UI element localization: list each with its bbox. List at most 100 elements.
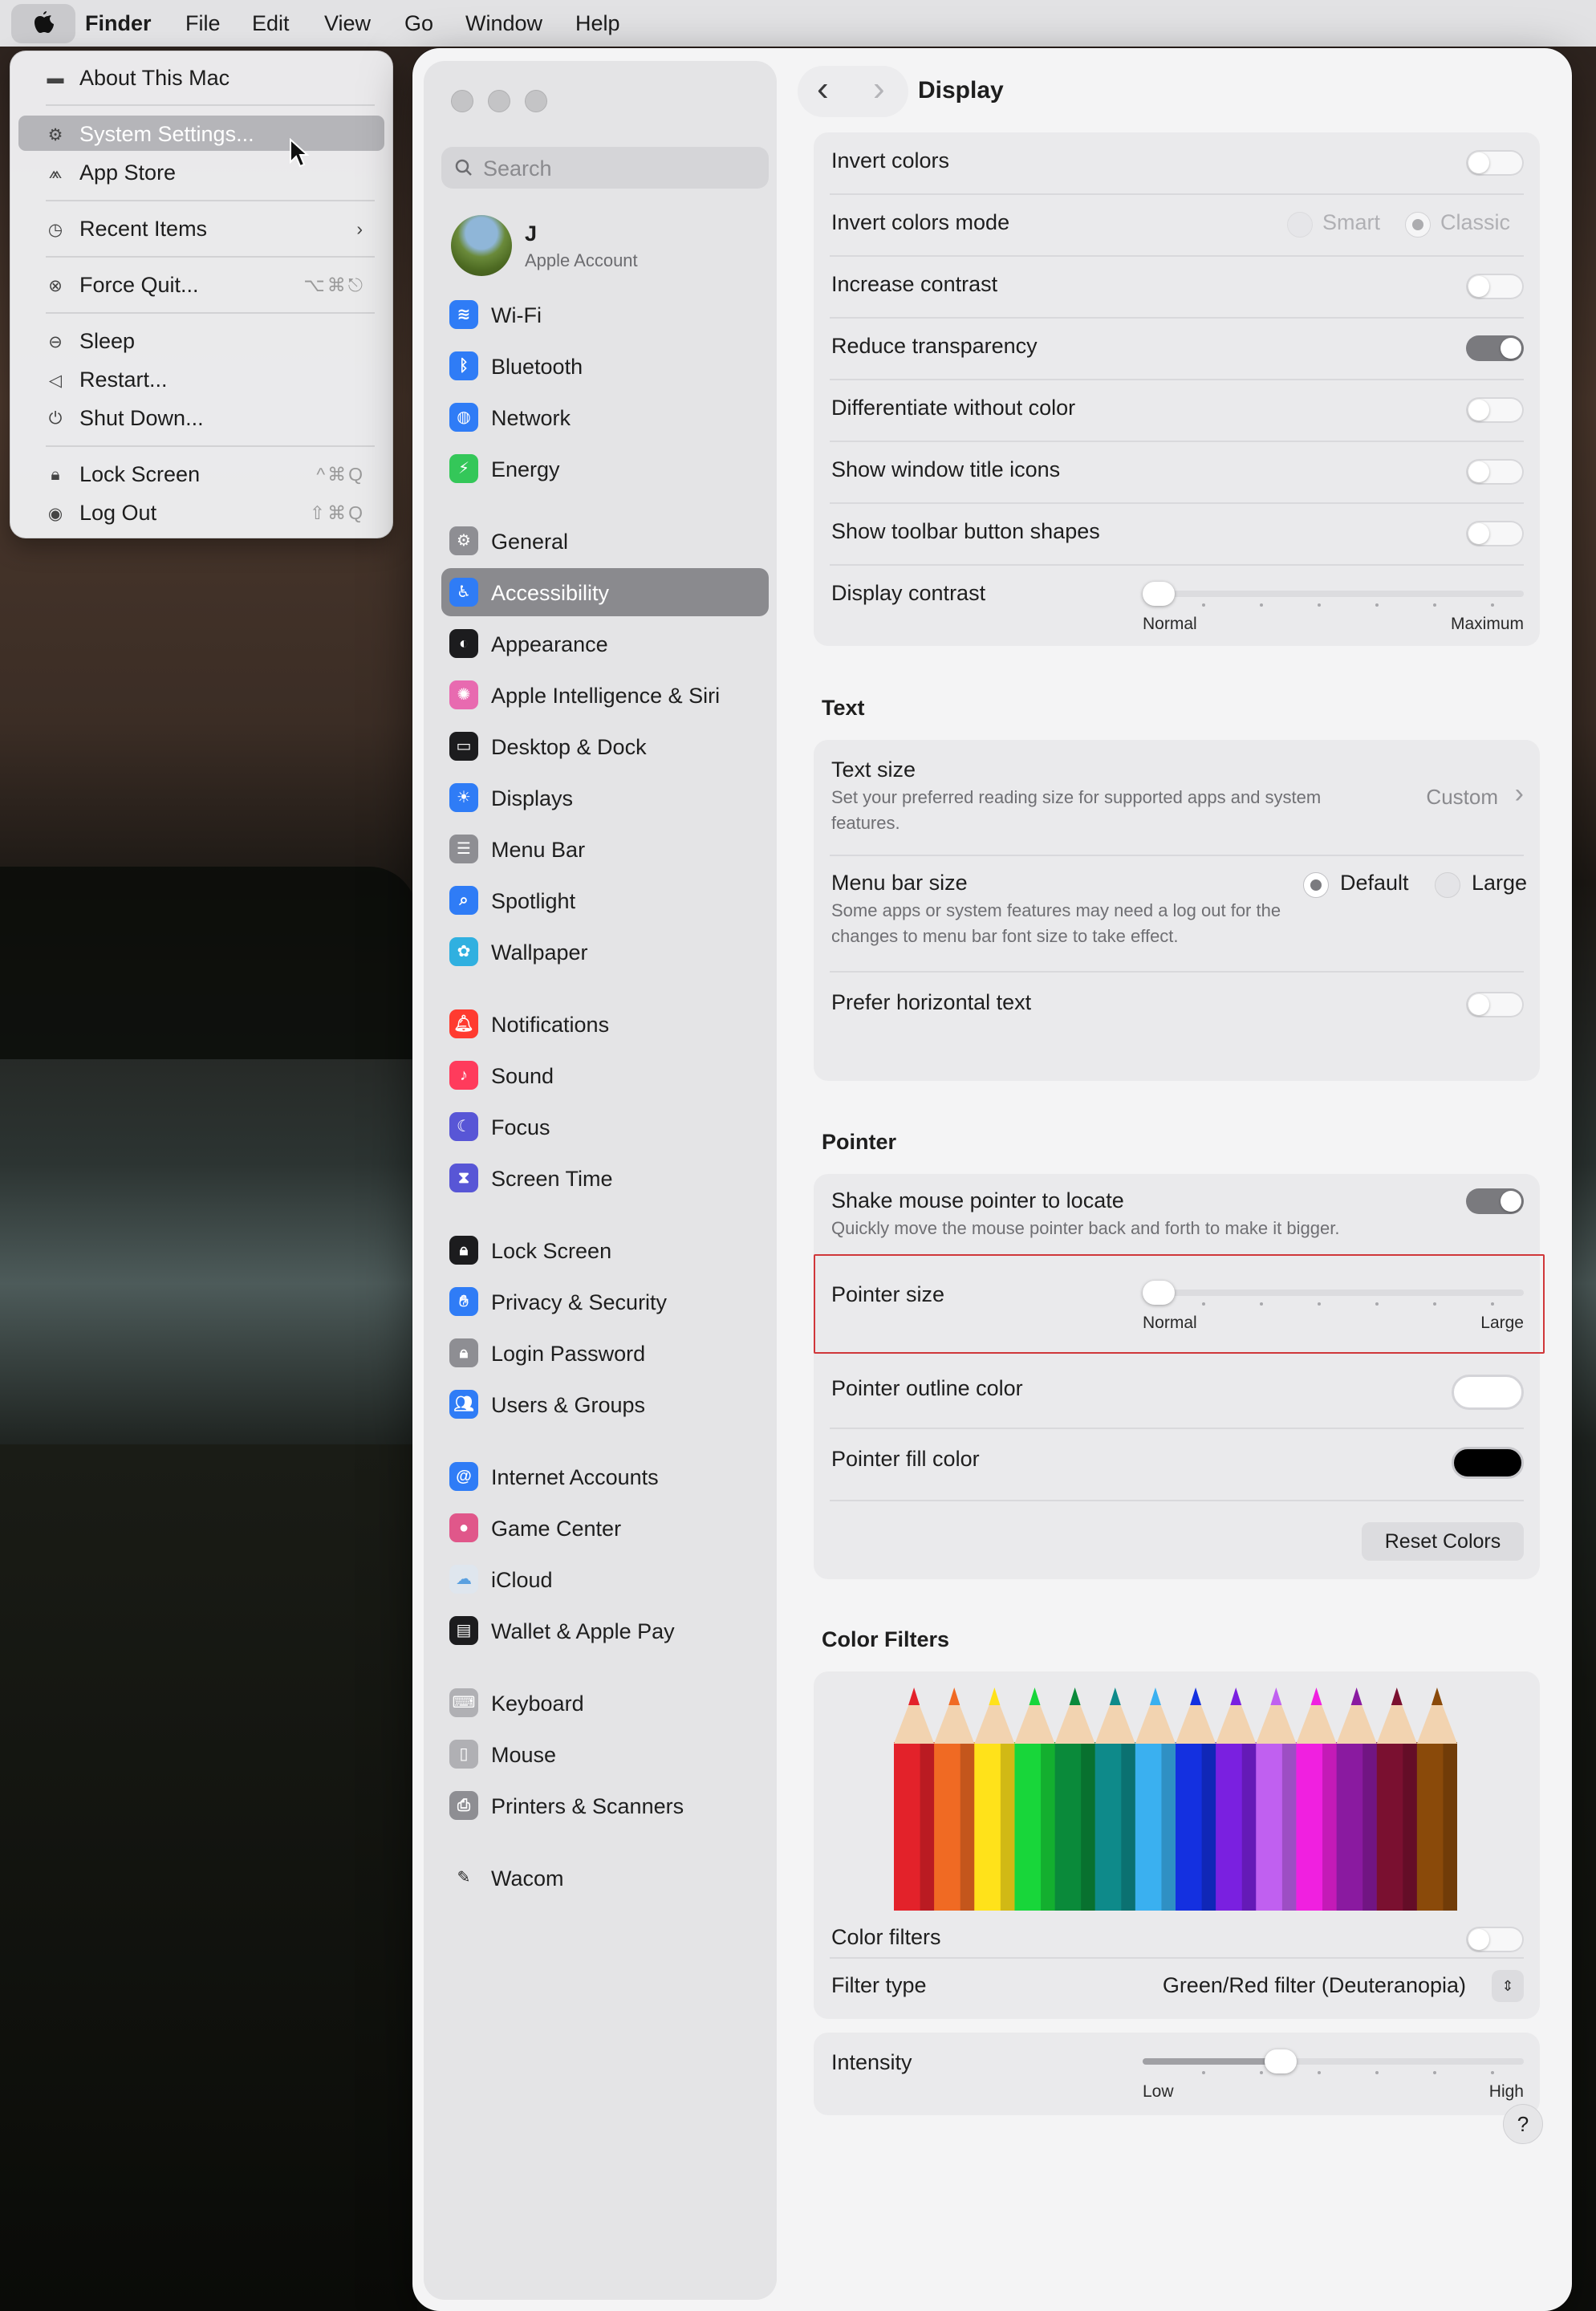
prefer-horizontal-text-toggle[interactable] (1466, 992, 1524, 1017)
sidebar-item-lock-screen[interactable]: 🔒︎ Lock Screen (441, 1226, 769, 1274)
menu-help[interactable]: Help (575, 11, 620, 36)
filter-type-row: Filter type Green/Red filter (Deuteranop… (814, 1959, 1540, 2019)
row-label: Pointer fill color (831, 1447, 980, 1471)
text-size-row[interactable]: Text size Set your preferred reading siz… (814, 740, 1540, 855)
zoom-window-button[interactable] (525, 90, 547, 112)
display-contrast-track[interactable] (1143, 591, 1524, 597)
pointer-fill-color-well[interactable] (1452, 1447, 1524, 1479)
increase-contrast-toggle[interactable] (1466, 274, 1524, 299)
sidebar-item-sound[interactable]: ♪ Sound (441, 1051, 769, 1099)
menu-bar-size-row: Menu bar size Some apps or system featur… (814, 856, 1540, 971)
display-contrast-knob[interactable] (1143, 582, 1175, 606)
radio-smart[interactable] (1287, 212, 1313, 238)
sidebar-item-network[interactable]: ◍ Network (441, 393, 769, 441)
radio-large[interactable] (1435, 872, 1460, 898)
sidebar-item-login-password[interactable]: 🔒︎ Login Password (441, 1329, 769, 1377)
minimize-window-button[interactable] (488, 90, 510, 112)
sidebar-item-wacom[interactable]: ✎ Wacom (441, 1854, 769, 1902)
sidebar-item-users-groups[interactable]: 👥︎ Users & Groups (441, 1380, 769, 1428)
menu-separator (46, 200, 375, 201)
chevron-updown-icon[interactable]: ⇕ (1492, 1970, 1524, 2002)
sidebar-item-wallpaper[interactable]: ✿ Wallpaper (441, 928, 769, 976)
pointer-size-knob[interactable] (1143, 1281, 1175, 1305)
menu-file[interactable]: File (185, 11, 221, 36)
sidebar-item-keyboard[interactable]: ⌨ Keyboard (441, 1679, 769, 1727)
sidebar-item-displays[interactable]: ☀ Displays (441, 774, 769, 822)
row-description: Quickly move the mouse pointer back and … (831, 1218, 1340, 1238)
radio-classic-label: Classic (1440, 210, 1511, 234)
menu-item-lock-screen[interactable]: 🔒︎ Lock Screen ^⌘Q (18, 456, 384, 491)
color-filters-toggle[interactable] (1466, 1927, 1524, 1952)
sidebar-item-screen-time[interactable]: ⧗ Screen Time (441, 1154, 769, 1202)
forward-button[interactable]: › (873, 69, 885, 109)
sidebar-item-accessibility[interactable]: ♿ Accessibility (441, 568, 769, 616)
sidebar-item-label: iCloud (491, 1568, 553, 1592)
sidebar-item-icloud[interactable]: ☁ iCloud (441, 1555, 769, 1603)
apple-menu-button[interactable] (11, 4, 75, 43)
show-window-title-icons-toggle[interactable] (1466, 459, 1524, 485)
shake-pointer-toggle[interactable] (1466, 1188, 1524, 1214)
reduce-transparency-toggle[interactable] (1466, 335, 1524, 361)
menu-item-system-settings[interactable]: ⚙ System Settings... (18, 116, 384, 151)
pointer-outline-color-well[interactable] (1452, 1375, 1524, 1410)
sidebar-item-appearance[interactable]: ◐ Appearance (441, 619, 769, 668)
sidebar-item-menu-bar[interactable]: ☰ Menu Bar (441, 825, 769, 873)
wallpaper-shore (0, 1444, 417, 2311)
filter-type-select[interactable]: Green/Red filter (Deuteranopia) (1163, 1973, 1466, 1998)
account-row[interactable]: J Apple Account (441, 210, 769, 282)
help-button[interactable]: ? (1503, 2104, 1543, 2144)
menu-item-app-store[interactable]: ⩕ App Store (18, 154, 384, 189)
show-toolbar-button-shapes-toggle[interactable] (1466, 521, 1524, 546)
sidebar-item-apple-intelligence-siri[interactable]: ✺ Apple Intelligence & Siri (441, 671, 769, 719)
close-window-button[interactable] (451, 90, 473, 112)
menu-item-sleep[interactable]: ⊖ Sleep (18, 323, 384, 358)
sidebar-item-spotlight[interactable]: ⌕ Spotlight (441, 876, 769, 924)
menu-go[interactable]: Go (404, 11, 433, 36)
menu-item-recent-items[interactable]: ◷ Recent Items › (18, 210, 384, 246)
sidebar-item-bluetooth[interactable]: ᛒ Bluetooth (441, 342, 769, 390)
sidebar-item-mouse[interactable]: ▯ Mouse (441, 1730, 769, 1778)
menu-edit[interactable]: Edit (252, 11, 290, 36)
differentiate-without-color-toggle[interactable] (1466, 397, 1524, 423)
menu-item-force-quit[interactable]: ⊗ Force Quit... ⌥⌘⎋ (18, 266, 384, 302)
menu-window[interactable]: Window (465, 11, 542, 36)
menu-view[interactable]: View (324, 11, 371, 36)
sidebar-item-focus[interactable]: ☾ Focus (441, 1103, 769, 1151)
magnifier-icon: ⌕ (449, 886, 478, 915)
keyboard-icon: ⌨ (449, 1688, 478, 1717)
back-button[interactable]: ‹ (817, 69, 829, 109)
section-title-text: Text (822, 696, 865, 720)
sidebar-item-game-center[interactable]: ● Game Center (441, 1504, 769, 1552)
menu-finder[interactable]: Finder (85, 11, 152, 36)
intensity-knob[interactable] (1265, 2049, 1298, 2073)
sidebar-item-privacy-security[interactable]: ✋︎ Privacy & Security (441, 1277, 769, 1326)
menu-item-restart[interactable]: ◁ Restart... (18, 361, 384, 396)
sidebar-item-wallet-apple-pay[interactable]: ▤ Wallet & Apple Pay (441, 1606, 769, 1655)
slider-tick (1375, 1302, 1379, 1306)
pointer-size-track[interactable] (1143, 1290, 1524, 1296)
pencil (1054, 1688, 1096, 1911)
sidebar-item-desktop-dock[interactable]: ▭ Desktop & Dock (441, 722, 769, 770)
intensity-fill (1143, 2058, 1281, 2065)
sidebar-item-printers-scanners[interactable]: ⎙ Printers & Scanners (441, 1781, 769, 1830)
account-name: J (525, 221, 538, 246)
sidebar-item-label: Menu Bar (491, 838, 586, 862)
menu-separator (46, 104, 375, 106)
sidebar-item-general[interactable]: ⚙ General (441, 517, 769, 565)
menu-item-about[interactable]: ▬ About This Mac (18, 59, 384, 95)
sidebar-item-internet-accounts[interactable]: @ Internet Accounts (441, 1452, 769, 1501)
sidebar-item-energy[interactable]: ⚡ Energy (441, 445, 769, 493)
search-field[interactable]: Search (441, 147, 769, 189)
sidebar-item-label: Wi-Fi (491, 303, 542, 327)
menu-item-log-out[interactable]: ◉ Log Out ⇧⌘Q (18, 494, 384, 530)
sidebar-item-wi-fi[interactable]: ≋ Wi-Fi (441, 290, 769, 339)
sidebar-item-notifications[interactable]: 🔔︎ Notifications (441, 1000, 769, 1048)
row-label: Differentiate without color (831, 396, 1076, 420)
menu-item-shut-down[interactable]: ⏻ Shut Down... (18, 400, 384, 435)
radio-default[interactable] (1303, 872, 1329, 898)
radio-classic[interactable] (1405, 212, 1431, 238)
reset-colors-button[interactable]: Reset Colors (1362, 1522, 1524, 1561)
invert-colors-toggle[interactable] (1466, 150, 1524, 176)
row-label: Text size (831, 757, 916, 782)
sidebar-item-label: Users & Groups (491, 1393, 646, 1417)
